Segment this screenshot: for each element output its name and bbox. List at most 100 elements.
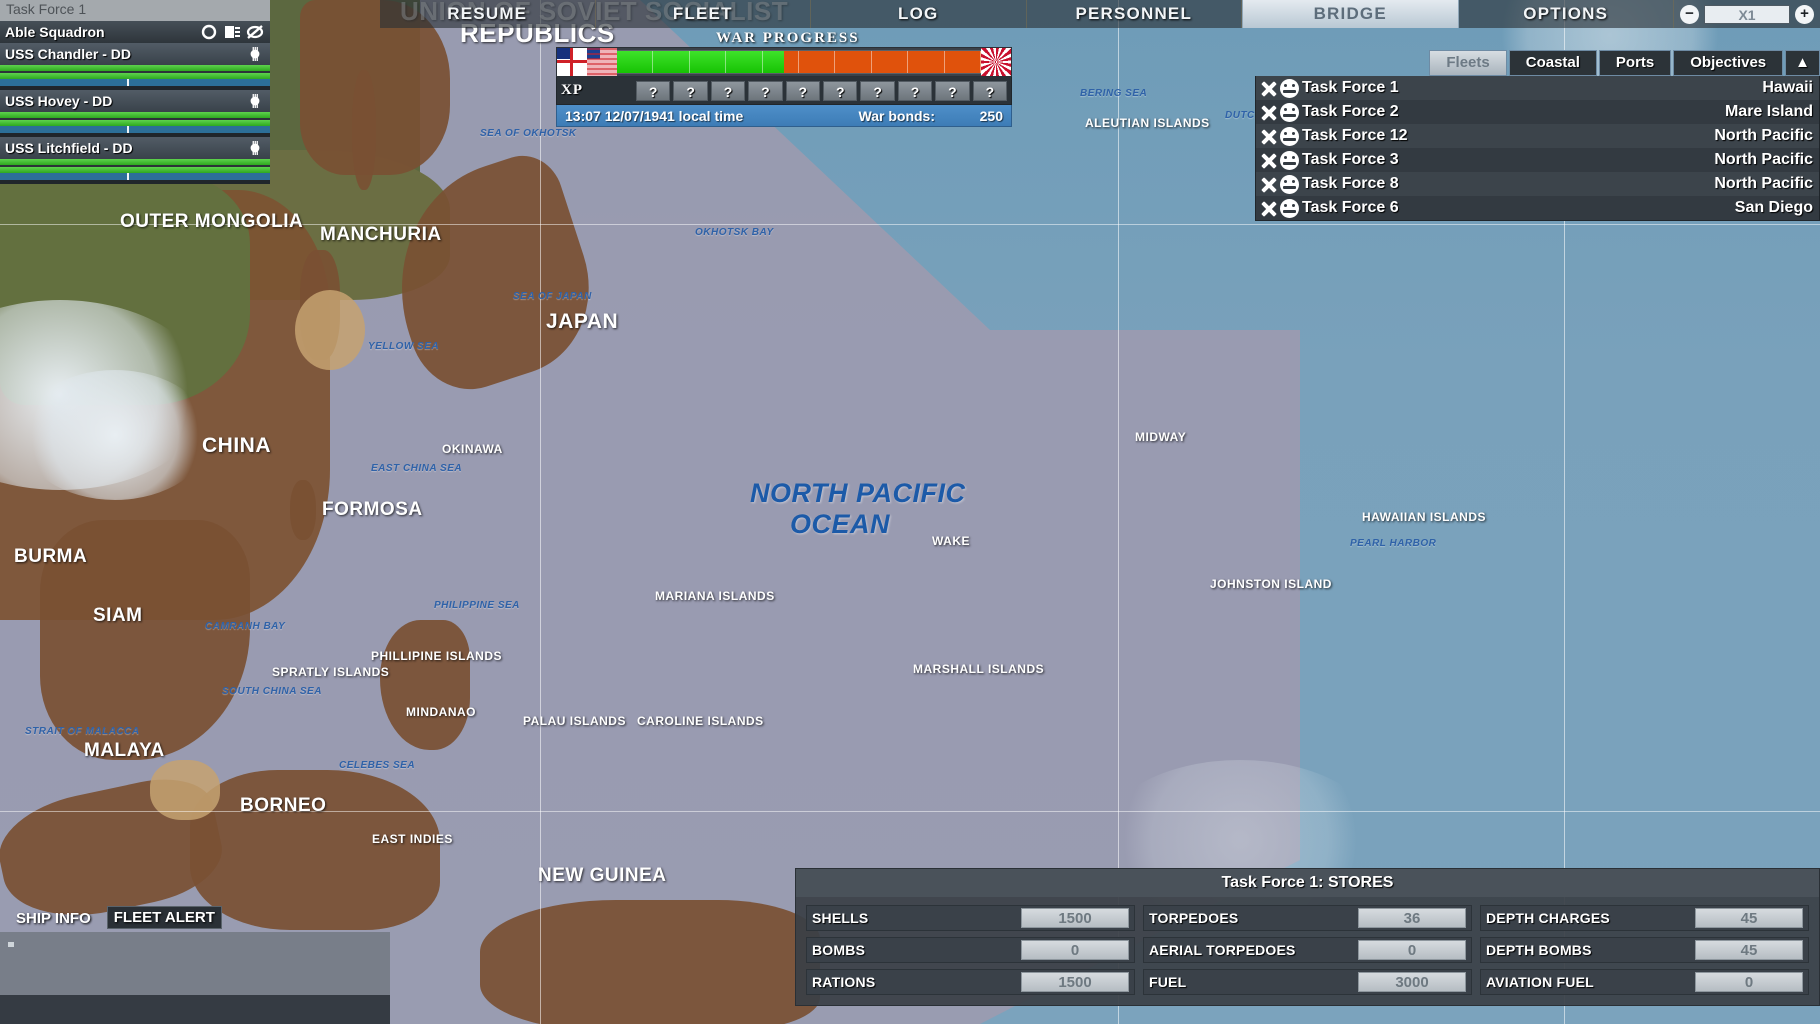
fleet-tab-ports[interactable]: Ports: [1599, 50, 1671, 76]
xp-cell[interactable]: ?: [860, 81, 894, 101]
close-icon[interactable]: [1258, 126, 1280, 146]
fleet-name: Task Force 3: [1302, 151, 1399, 169]
morale-face-icon: [1280, 79, 1299, 98]
progress-ticks: [617, 51, 981, 73]
map-label: BURMA: [14, 546, 87, 568]
ship-row[interactable]: USS Litchfield - DD: [0, 137, 270, 159]
map-label: NEW GUINEA: [538, 865, 667, 887]
xp-cell[interactable]: ?: [748, 81, 782, 101]
stores-item-label: BOMBS: [812, 942, 1021, 958]
close-icon[interactable]: [1258, 102, 1280, 122]
task-force-roster-panel: Task Force 1 Able Squadron USS Chandler …: [0, 0, 270, 184]
destroyer-icon[interactable]: [245, 93, 265, 109]
xp-cell[interactable]: ?: [823, 81, 857, 101]
xp-cell[interactable]: ?: [935, 81, 969, 101]
stores-item-label: AERIAL TORPEDOES: [1149, 942, 1358, 958]
squadron-header[interactable]: Able Squadron: [0, 21, 270, 43]
ship-info-body: [0, 932, 390, 995]
fleet-row[interactable]: Task Force 2Mare Island: [1256, 100, 1819, 124]
ship-row[interactable]: USS Chandler - DD: [0, 43, 270, 65]
fleet-location: North Pacific: [1714, 151, 1813, 169]
speed-decrease-button[interactable]: −: [1680, 5, 1699, 24]
task-force-title: Task Force 1: [0, 0, 270, 21]
fleet-marker[interactable]: [1448, 418, 1455, 427]
fleet-tab-[interactable]: ▲: [1785, 50, 1820, 76]
fleet-row[interactable]: Task Force 12North Pacific: [1256, 124, 1819, 148]
xp-cell[interactable]: ?: [898, 81, 932, 101]
stores-item-value: 1500: [1021, 908, 1129, 928]
no-detection-icon[interactable]: [245, 24, 265, 40]
fleet-tab-coastal[interactable]: Coastal: [1509, 50, 1597, 76]
destroyer-icon[interactable]: [245, 46, 265, 62]
fleet-marker[interactable]: [1214, 546, 1221, 555]
fleet-row[interactable]: Task Force 8North Pacific: [1256, 172, 1819, 196]
stores-title: Task Force 1: STORES: [796, 869, 1819, 897]
fleet-location: North Pacific: [1714, 127, 1813, 145]
xp-cell[interactable]: ?: [973, 81, 1007, 101]
fleet-marker[interactable]: [1334, 596, 1341, 605]
map-label: PHILIPPINE SEA: [434, 600, 520, 611]
land-sakhalin: [352, 70, 376, 190]
map-label: EAST INDIES: [372, 832, 453, 846]
circle-formation-icon[interactable]: [199, 24, 219, 40]
map-label: MARSHALL ISLANDS: [913, 662, 1044, 676]
fleet-row[interactable]: Task Force 1Hawaii: [1256, 76, 1819, 100]
xp-cell[interactable]: ?: [786, 81, 820, 101]
menu-item-bridge[interactable]: BRIDGE: [1242, 0, 1459, 28]
xp-cell[interactable]: ?: [673, 81, 707, 101]
column-formation-icon[interactable]: [222, 24, 242, 40]
war-progress-panel: WAR PROGRESS XP ?????????? 13:07 12/07/1…: [556, 22, 1012, 127]
fleet-panel-tabs: FleetsCoastalPortsObjectives▲: [1255, 50, 1820, 76]
bar-gap: [0, 180, 270, 184]
tab-ship-info[interactable]: SHIP INFO: [10, 908, 97, 929]
fleet-marker[interactable]: [1085, 142, 1092, 151]
map-label: SOUTH CHINA SEA: [222, 686, 322, 697]
royal-navy-ensign-icon: [557, 48, 587, 76]
map-label: MIDWAY: [1135, 430, 1186, 444]
morale-face-icon: [1280, 151, 1299, 170]
fleet-marker[interactable]: [1326, 510, 1333, 519]
fleet-tab-fleets[interactable]: Fleets: [1429, 50, 1506, 76]
ship-name: USS Litchfield - DD: [5, 140, 133, 156]
ship-name: USS Hovey - DD: [5, 93, 112, 109]
land-formosa: [290, 480, 316, 540]
stores-item: TORPEDOES36: [1143, 905, 1472, 931]
fleet-marker[interactable]: [1252, 595, 1259, 604]
map-label: SEA OF OKHOTSK: [480, 128, 577, 139]
menu-item-personnel[interactable]: PERSONNEL: [1027, 0, 1243, 28]
close-icon[interactable]: [1258, 174, 1280, 194]
fleet-marker[interactable]: [1160, 140, 1167, 149]
fleet-row[interactable]: Task Force 6San Diego: [1256, 196, 1819, 220]
stores-item-value: 3000: [1358, 972, 1466, 992]
map-label: JAPAN: [546, 310, 618, 334]
fleet-marker[interactable]: [1265, 491, 1272, 500]
speed-increase-button[interactable]: +: [1795, 5, 1814, 24]
fleet-marker[interactable]: [1028, 127, 1035, 136]
ship-row[interactable]: USS Hovey - DD: [0, 90, 270, 112]
menu-item-options[interactable]: OPTIONS: [1459, 0, 1675, 28]
map-label: CELEBES SEA: [339, 760, 415, 771]
map-label: PHILLIPINE ISLANDS: [371, 649, 502, 663]
fleet-marker[interactable]: [1149, 455, 1156, 464]
morale-face-icon: [1280, 175, 1299, 194]
stores-item-value: 0: [1695, 972, 1803, 992]
fleet-marker[interactable]: [1552, 444, 1559, 453]
map-label: ALEUTIAN ISLANDS: [1085, 116, 1210, 130]
xp-cell[interactable]: ?: [636, 81, 670, 101]
fleet-marker[interactable]: [1170, 460, 1177, 469]
fleet-marker[interactable]: [1246, 481, 1253, 490]
war-progress-title: WAR PROGRESS: [716, 30, 860, 47]
close-icon[interactable]: [1258, 150, 1280, 170]
fleet-tab-objectives[interactable]: Objectives: [1673, 50, 1783, 76]
tab-fleet-alert[interactable]: FLEET ALERT: [107, 906, 222, 929]
fleet-row[interactable]: Task Force 3 North Pacific: [1256, 148, 1819, 172]
close-icon[interactable]: [1258, 78, 1280, 98]
close-icon[interactable]: [1258, 198, 1280, 218]
fleet-marker[interactable]: [1501, 404, 1508, 413]
xp-cell[interactable]: ?: [711, 81, 745, 101]
map-label: OUTER MONGOLIA: [120, 211, 303, 233]
map-label: SIAM: [93, 605, 143, 627]
destroyer-icon[interactable]: [245, 140, 265, 156]
speed-value[interactable]: X1: [1704, 5, 1790, 24]
map-label: MALAYA: [84, 740, 165, 762]
